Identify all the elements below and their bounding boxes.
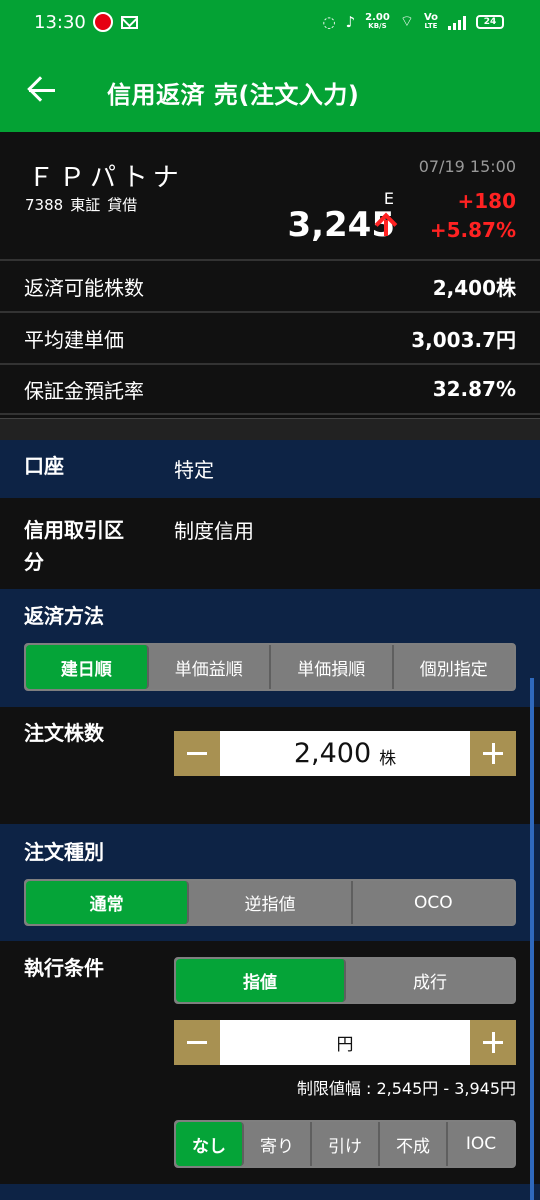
quantity-plus-icon[interactable] bbox=[470, 731, 516, 776]
price-change: +180 bbox=[457, 189, 516, 213]
network-speed: 2.00 KB/S bbox=[365, 11, 390, 30]
condition-open[interactable]: 寄り bbox=[244, 1122, 312, 1166]
quantity-unit: 株 bbox=[379, 749, 397, 769]
stock-code: 7388 bbox=[25, 196, 64, 214]
condition-selector[interactable]: なし 寄り 引け 不成 IOC bbox=[174, 1120, 516, 1168]
repayment-option-loss[interactable]: 単価損順 bbox=[271, 645, 394, 689]
price-plus-icon[interactable] bbox=[470, 1020, 516, 1065]
stock-name: ＦＰパトナ bbox=[28, 163, 184, 193]
stock-header: ＦＰパトナ 7388 東証 貸借 07/19 15:00 E 3,245 +180 … bbox=[0, 132, 540, 259]
execution-market[interactable]: 成行 bbox=[346, 959, 514, 1002]
next-section bbox=[0, 1184, 540, 1200]
condition-close[interactable]: 引け bbox=[312, 1122, 380, 1166]
quantity-label: 注文株数 bbox=[24, 721, 104, 745]
summary-row: 保証金預託率 32.87% bbox=[0, 363, 540, 415]
summary-row: 返済可能株数 2,400株 bbox=[0, 259, 540, 311]
execution-limit[interactable]: 指値 bbox=[176, 959, 346, 1002]
wifi-icon: ⌔ bbox=[399, 12, 414, 30]
order-type-stop[interactable]: 逆指値 bbox=[189, 881, 353, 924]
volte-indicator: Vo LTE bbox=[423, 11, 438, 30]
price-timestamp: 07/19 15:00 bbox=[418, 157, 516, 176]
quantity-section: 注文株数 2,400 株 bbox=[0, 707, 540, 824]
price-unit: 円 bbox=[336, 1035, 354, 1055]
notification-app-icon bbox=[93, 12, 113, 32]
battery-icon: 24 bbox=[476, 14, 504, 29]
quantity-input[interactable]: 2,400 株 bbox=[220, 731, 470, 776]
credit-value: 制度信用 bbox=[174, 519, 254, 543]
repayment-label: 返済方法 bbox=[24, 604, 104, 628]
mail-icon bbox=[121, 15, 138, 29]
repayment-option-profit[interactable]: 単価益順 bbox=[149, 645, 271, 689]
price-minus-icon[interactable] bbox=[174, 1020, 220, 1065]
order-type-label: 注文種別 bbox=[24, 840, 104, 864]
order-type-normal[interactable]: 通常 bbox=[26, 881, 190, 924]
signal-icon bbox=[448, 14, 466, 30]
scrollbar[interactable] bbox=[530, 678, 534, 1200]
quantity-value: 2,400 bbox=[293, 738, 372, 769]
execution-label: 執行条件 bbox=[24, 956, 104, 980]
price-input[interactable]: 円 bbox=[220, 1020, 470, 1065]
price-change-percent: +5.87% bbox=[429, 218, 516, 242]
order-type-oco[interactable]: OCO bbox=[353, 881, 514, 924]
repayment-option-date[interactable]: 建日順 bbox=[26, 645, 149, 689]
order-type-section: 注文種別 通常 逆指値 OCO bbox=[0, 824, 540, 941]
stock-market: 東証 bbox=[70, 196, 101, 214]
price-stepper[interactable]: 円 bbox=[174, 1020, 516, 1065]
repayment-section: 返済方法 建日順 単価益順 単価損順 個別指定 bbox=[0, 589, 540, 707]
summary-row: 平均建単価 3,003.7円 bbox=[0, 311, 540, 363]
credit-label: 信用取引区分 bbox=[24, 518, 124, 574]
condition-none[interactable]: なし bbox=[176, 1122, 244, 1166]
position-summary: 返済可能株数 2,400株 平均建単価 3,003.7円 保証金預託率 32.87% bbox=[0, 259, 540, 415]
account-value: 特定 bbox=[174, 458, 214, 482]
water-drop-icon: ◌ bbox=[322, 12, 336, 31]
mute-icon: ♪ bbox=[345, 12, 356, 31]
back-arrow-icon[interactable] bbox=[24, 70, 64, 110]
stock-type: 貸借 bbox=[107, 196, 138, 214]
price-limit-range: 制限値幅 : 2,545円 - 3,945円 bbox=[296, 1079, 516, 1098]
status-time: 13:30 bbox=[34, 12, 86, 33]
execution-section: 執行条件 指値 成行 円 なし 寄り 引け 不成 IOC bbox=[0, 941, 540, 1184]
execution-selector[interactable]: 指値 成行 bbox=[174, 957, 516, 1004]
quantity-stepper[interactable]: 2,400 株 bbox=[174, 731, 516, 776]
condition-ioc[interactable]: IOC bbox=[448, 1122, 514, 1166]
account-section: 口座 特定 bbox=[0, 440, 540, 498]
credit-section: 信用取引区分 制度信用 bbox=[0, 498, 540, 589]
order-type-selector[interactable]: 通常 逆指値 OCO bbox=[24, 879, 516, 926]
stock-code-line: 7388 東証 貸借 bbox=[25, 194, 144, 215]
quantity-minus-icon[interactable] bbox=[174, 731, 220, 776]
app-bar: 信用返済 売(注文入力) bbox=[0, 48, 540, 132]
status-bar: 13:30 ◌ ♪ 2.00 KB/S ⌔ Vo LTE 24 bbox=[0, 0, 540, 48]
up-arrow-icon bbox=[376, 214, 396, 238]
page-title: 信用返済 売(注文入力) bbox=[107, 81, 360, 109]
section-divider bbox=[0, 418, 540, 440]
repayment-option-individual[interactable]: 個別指定 bbox=[394, 645, 515, 689]
repayment-method-selector[interactable]: 建日順 単価益順 単価損順 個別指定 bbox=[24, 643, 516, 691]
account-label: 口座 bbox=[24, 454, 64, 478]
condition-funari[interactable]: 不成 bbox=[380, 1122, 448, 1166]
